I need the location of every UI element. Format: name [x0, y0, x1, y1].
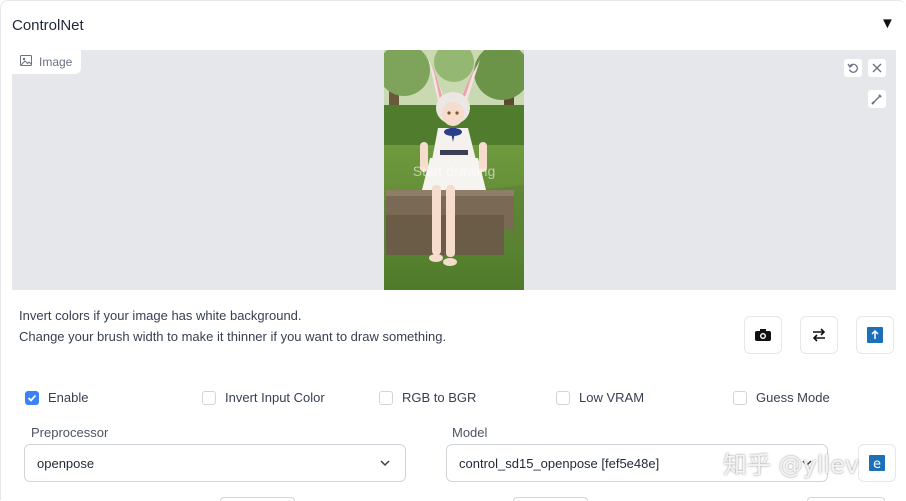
checkbox-enable-box[interactable]	[25, 390, 39, 405]
image-label-tab: Image	[12, 50, 82, 74]
rgb-to-bgr-checkbox[interactable]: RGB to BGR	[379, 390, 476, 405]
preprocessor-label: Preprocessor	[31, 425, 109, 440]
rgb-to-bgr-label: RGB to BGR	[402, 390, 477, 405]
enable-label: Enable	[48, 390, 89, 405]
uploaded-image[interactable]: Start drawing	[384, 50, 524, 290]
image-label-text: Image	[39, 55, 73, 69]
hint-brush-width: Change your brush width to make it thinn…	[19, 329, 447, 344]
triangle-down-icon[interactable]: ▼	[880, 15, 895, 32]
checkbox-guess-box[interactable]	[733, 390, 747, 405]
invert-input-color-label: Invert Input Color	[225, 390, 325, 405]
camera-icon[interactable]	[744, 316, 782, 354]
preprocessor-select[interactable]: openpose	[24, 444, 406, 482]
model-label: Model	[452, 425, 488, 440]
refresh-models-button[interactable]: e	[858, 444, 896, 482]
start-drawing-overlay: Start drawing	[413, 163, 495, 179]
invert-input-color-checkbox[interactable]: Invert Input Color	[202, 390, 325, 405]
low-vram-label: Low VRAM	[579, 390, 645, 405]
guess-mode-label: Guess Mode	[756, 390, 830, 405]
next-row-control	[220, 497, 295, 501]
image-icon	[20, 55, 32, 69]
svg-text:e: e	[873, 457, 881, 472]
next-row-control	[807, 497, 885, 501]
panel-title: ControlNet	[12, 17, 84, 34]
checkbox-lowvram-box[interactable]	[556, 390, 570, 405]
guess-mode-checkbox[interactable]: Guess Mode	[733, 390, 830, 405]
model-value: control_sd15_openpose [fef5e48e]	[459, 455, 660, 471]
enable-checkbox[interactable]: Enable	[25, 390, 88, 405]
close-icon[interactable]	[867, 58, 887, 78]
preprocessor-value: openpose	[37, 455, 95, 471]
brush-icon[interactable]	[867, 89, 887, 109]
swap-icon[interactable]	[800, 316, 838, 354]
controlnet-panel: ControlNet ▼ Image Start drawing Invert …	[0, 0, 906, 501]
upload-icon[interactable]	[856, 316, 894, 354]
next-row-control	[513, 497, 588, 501]
hint-invert-colors: Invert colors if your image has white ba…	[19, 308, 302, 323]
chevron-down-icon	[379, 457, 391, 472]
checkbox-invert-box[interactable]	[202, 390, 216, 405]
zhihu-watermark: 知乎 @yllev	[723, 451, 860, 479]
checkbox-rgb-box[interactable]	[379, 390, 393, 405]
undo-icon[interactable]	[843, 58, 863, 78]
low-vram-checkbox[interactable]: Low VRAM	[556, 390, 644, 405]
image-canvas-area[interactable]: Image Start drawing	[12, 50, 896, 290]
